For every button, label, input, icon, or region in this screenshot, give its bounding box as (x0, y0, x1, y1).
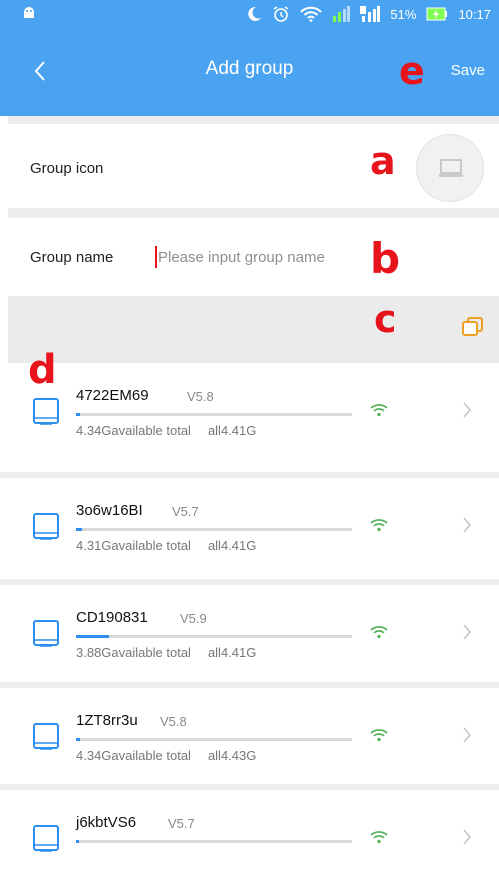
battery-percent: 51% (390, 6, 417, 22)
total-text: all4.43G (207, 748, 257, 763)
storage-bar (76, 528, 352, 531)
copy-icon[interactable] (462, 317, 484, 337)
storage-info: 3.88Gavailable total all4.41G (76, 645, 256, 660)
device-version: V5.8 (187, 389, 214, 404)
wifi-icon (370, 729, 388, 742)
device-name: CD190831 (76, 609, 148, 626)
annotation-e: e (399, 49, 425, 93)
storage-bar (76, 635, 352, 638)
device-version: V5.7 (172, 504, 199, 519)
group-icon-picker[interactable] (416, 134, 484, 202)
annotation-b: b (370, 234, 401, 283)
annotation-a: a (370, 139, 396, 183)
list-item[interactable]: 4722EM69 V5.8 4.34Gavailable total all4.41G (0, 363, 499, 459)
storage-bar-fill (76, 528, 83, 531)
group-name-label: Group name (30, 249, 114, 266)
chevron-right-icon[interactable] (462, 623, 472, 641)
storage-bar (76, 738, 352, 741)
android-icon (24, 7, 34, 18)
group-icon-label: Group icon (30, 160, 104, 177)
total-label: total (166, 645, 191, 660)
annotation-c: c (374, 297, 397, 341)
device-icon (33, 398, 59, 425)
storage-info: 4.34Gavailable total all4.41G (76, 423, 256, 438)
storage-bar-fill (76, 635, 110, 638)
device-name: 4722EM69 (76, 387, 149, 404)
device-icon (33, 723, 59, 750)
save-button[interactable]: Save (451, 62, 485, 79)
total-text: all4.41G (207, 423, 257, 438)
status-bar: 51% 10:17 (0, 0, 499, 28)
wifi-icon (370, 404, 388, 417)
monitor-icon (439, 159, 463, 177)
device-icon (33, 620, 59, 647)
list-item[interactable]: j6kbtVS6 V5.7 (0, 790, 499, 886)
chevron-right-icon[interactable] (462, 401, 472, 419)
storage-info (76, 850, 97, 865)
storage-info: 4.31Gavailable total all4.41G (76, 538, 256, 553)
available-text: 4.34Gavailable (76, 748, 163, 763)
wifi-icon (300, 6, 323, 22)
available-text: 4.31Gavailable (76, 538, 163, 553)
total-label: total (166, 538, 191, 553)
chevron-right-icon[interactable] (462, 516, 472, 534)
storage-bar-fill (76, 738, 81, 741)
device-version: V5.8 (160, 714, 187, 729)
storage-bar (76, 413, 352, 416)
list-item[interactable]: CD190831 V5.9 3.88Gavailable total all4.41G (0, 585, 499, 681)
text-cursor (155, 246, 157, 268)
list-item[interactable]: 3o6w16BI V5.7 4.31Gavailable total all4.41G (0, 478, 499, 574)
wifi-icon (370, 519, 388, 532)
storage-bar (76, 840, 352, 843)
group-name-input[interactable]: Please input group name (158, 249, 325, 266)
battery-charging-icon (426, 7, 448, 21)
available-text: 4.34Gavailable (76, 423, 163, 438)
moon-icon (246, 6, 262, 22)
status-time: 10:17 (458, 6, 491, 22)
list-item[interactable]: 1ZT8rr3u V5.8 4.34Gavailable total all4.43G (0, 688, 499, 784)
device-icon (33, 513, 59, 540)
storage-bar-fill (76, 840, 80, 843)
section-gap (8, 116, 499, 124)
section-gap (8, 208, 499, 218)
total-text: all4.41G (207, 645, 257, 660)
total-text: all4.41G (207, 538, 257, 553)
device-name: j6kbtVS6 (76, 814, 137, 831)
total-label: total (166, 423, 191, 438)
device-version: V5.9 (180, 611, 207, 626)
device-name: 1ZT8rr3u (76, 712, 138, 729)
chevron-right-icon[interactable] (462, 828, 472, 846)
signal-icon (332, 6, 351, 22)
storage-bar-fill (76, 413, 81, 416)
alarm-icon (272, 5, 290, 23)
wifi-icon (370, 626, 388, 639)
device-version: V5.7 (168, 816, 195, 831)
signal-2-icon (360, 6, 381, 22)
wifi-icon (370, 831, 388, 844)
device-name: 3o6w16BI (76, 502, 143, 519)
device-list-header (8, 296, 499, 363)
chevron-right-icon[interactable] (462, 726, 472, 744)
available-text: 3.88Gavailable (76, 645, 163, 660)
total-label: total (166, 748, 191, 763)
storage-info: 4.34Gavailable total all4.43G (76, 748, 256, 763)
device-icon (33, 825, 59, 852)
